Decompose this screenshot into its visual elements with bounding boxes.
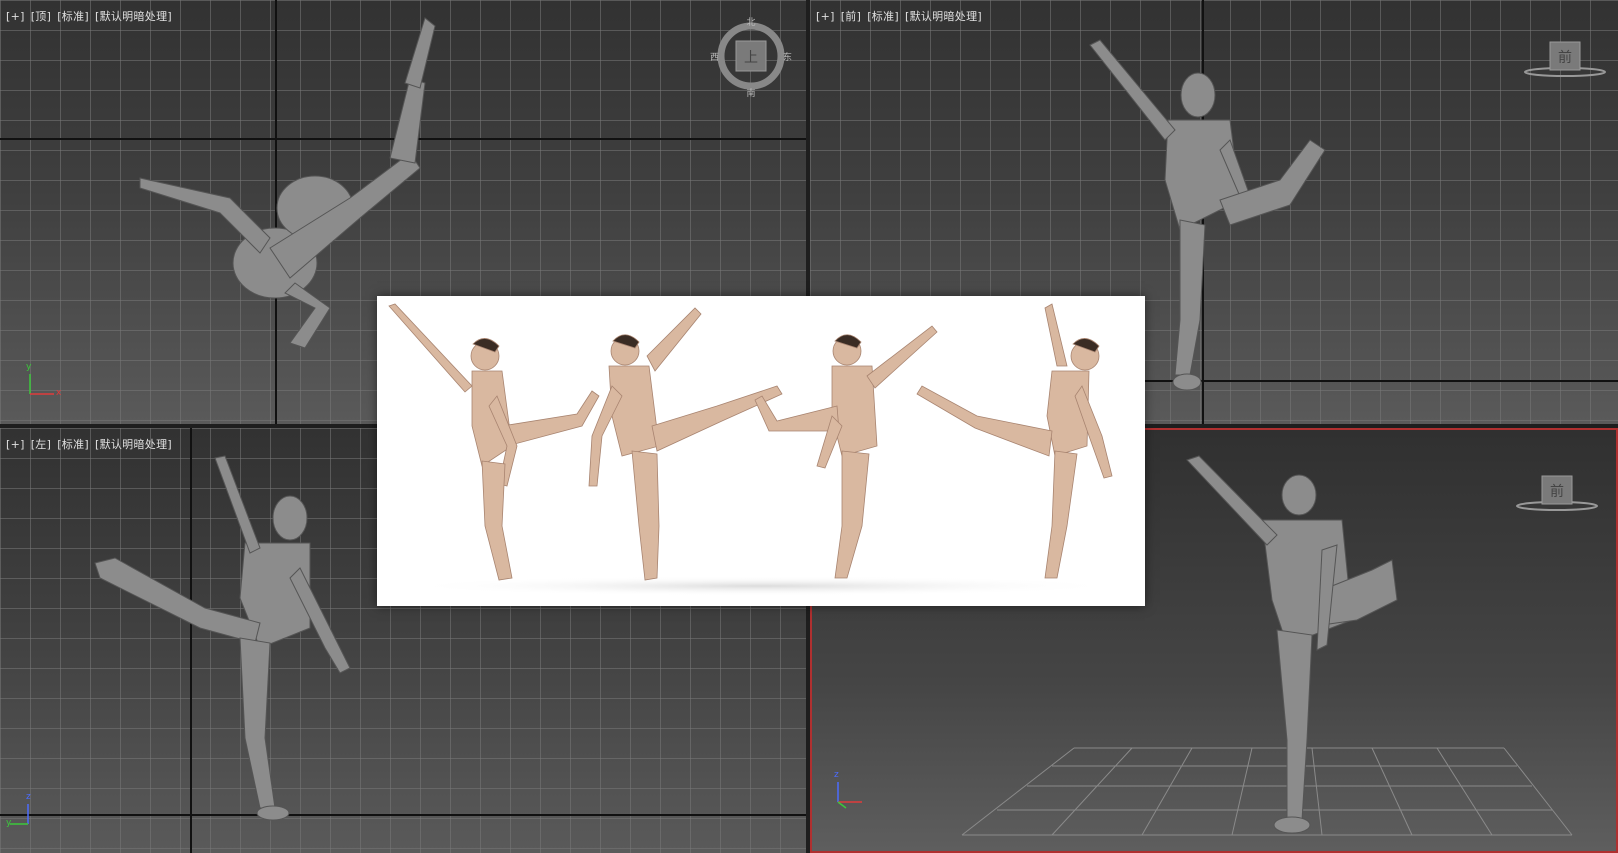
reference-figure-3 — [754, 325, 938, 579]
mannequin-left[interactable] — [85, 448, 375, 848]
reference-figure-4 — [916, 303, 1113, 579]
reference-figure-2 — [588, 307, 783, 581]
mannequin-perspective[interactable] — [1177, 450, 1437, 850]
axis-gizmo: z y — [6, 792, 31, 828]
svg-text:北: 北 — [746, 17, 755, 28]
axis-gizmo: y x — [26, 362, 62, 398]
reference-pose-figures — [388, 303, 1121, 596]
viewport-label[interactable]: [+] [前] [标准] [默认明暗处理] — [816, 8, 988, 24]
svg-text:前: 前 — [1550, 483, 1564, 500]
svg-text:前: 前 — [1558, 49, 1572, 66]
svg-text:南: 南 — [746, 87, 755, 99]
axis-gizmo: z — [832, 770, 872, 810]
svg-text:东: 东 — [783, 51, 792, 63]
viewcube[interactable]: 前 — [1520, 36, 1610, 84]
viewcube[interactable]: 前 — [1512, 470, 1602, 518]
svg-text:上: 上 — [744, 50, 758, 66]
svg-text:西: 西 — [710, 52, 719, 63]
reference-figure-1 — [388, 303, 600, 581]
reference-image-panel — [377, 296, 1145, 606]
viewcube[interactable]: 上 北 南 西 东 — [706, 14, 796, 104]
